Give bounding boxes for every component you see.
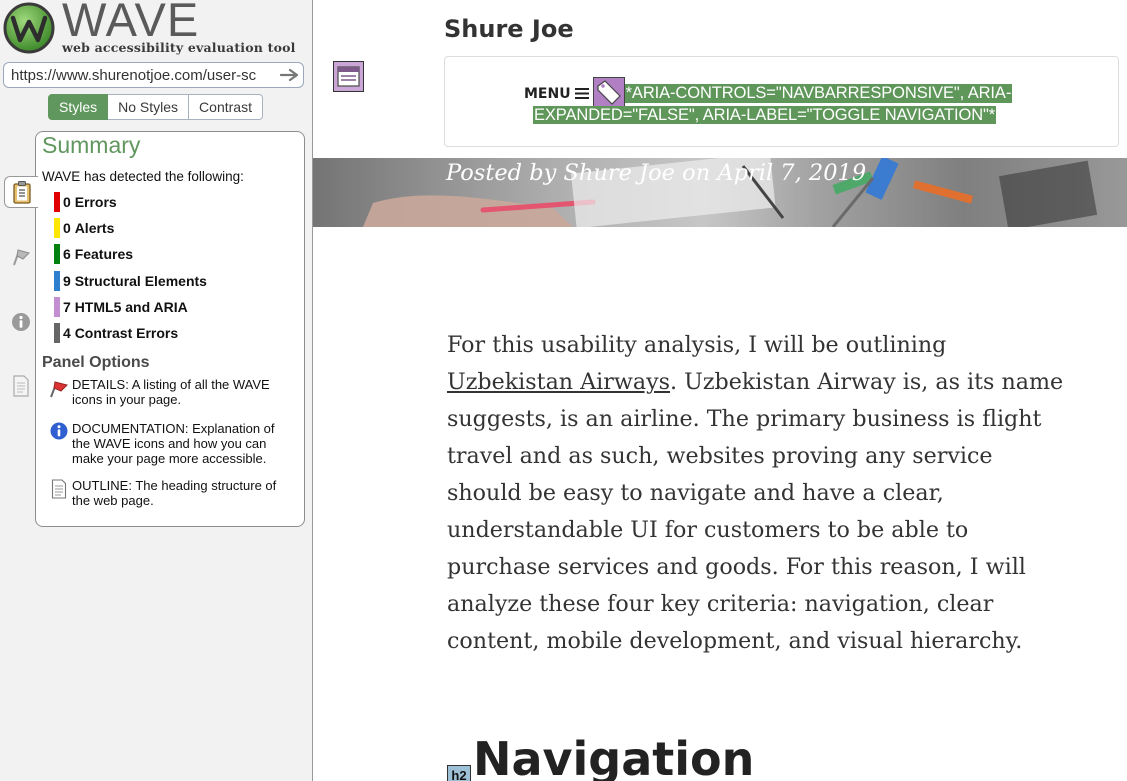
article-line-7: purchase services and goods. For this re… <box>447 554 1026 580</box>
navigation-heading: Navigation <box>473 732 755 781</box>
wave-sidebar: WAVE web accessibility evaluation tool h… <box>0 0 313 781</box>
aria-attributes-line2: EXPANDED="FALSE", ARIA-LABEL="TOGGLE NAV… <box>533 106 997 124</box>
alerts-label: Alerts <box>74 220 115 237</box>
info-icon[interactable] <box>7 308 35 336</box>
post-byline: Posted by Shure Joe on April 7, 2019 <box>446 160 867 186</box>
summary-panel: Summary WAVE has detected the following:… <box>35 131 305 527</box>
summary-list: 0 Errors 0 Alerts 6 Features 9 Structura… <box>54 189 207 346</box>
header-structure-icon[interactable] <box>333 61 364 92</box>
outline-option-text: OUTLINE: The heading structure of the we… <box>72 478 277 508</box>
hamburger-icon[interactable] <box>574 87 589 100</box>
outline-document-icon <box>46 478 72 508</box>
site-title[interactable]: Shure Joe <box>444 15 574 43</box>
wave-wordmark: WAVE <box>62 0 200 46</box>
details-option[interactable]: DETAILS: A listing of all the WAVE icons… <box>46 377 296 407</box>
panel-options-title: Panel Options <box>42 354 150 371</box>
wave-tagline: web accessibility evaluation tool <box>62 40 296 55</box>
alerts-color-bar <box>54 218 60 239</box>
details-option-text: DETAILS: A listing of all the WAVE icons… <box>72 377 270 407</box>
article-line-1: For this usability analysis, I will be o… <box>447 332 947 358</box>
url-input[interactable]: https://www.shurenotjoe.com/user-sc <box>3 62 304 88</box>
style-tabs: Styles No Styles Contrast <box>48 94 263 120</box>
menu-line1: MENU *ARIA-CONTROLS="NAVBARRESPONSIVE", … <box>524 77 1013 109</box>
alerts-count: 0 <box>63 220 71 237</box>
navbar-toggle[interactable]: MENU *ARIA-CONTROLS="NAVBARRESPONSIVE", … <box>444 56 1119 147</box>
summary-errors[interactable]: 0 Errors <box>54 189 207 215</box>
documentation-option-text: DOCUMENTATION: Explanation of the WAVE i… <box>72 421 275 466</box>
outline-option[interactable]: OUTLINE: The heading structure of the we… <box>46 478 296 508</box>
structural-color-bar <box>54 270 60 291</box>
summary-features[interactable]: 6 Features <box>54 241 207 267</box>
documentation-option[interactable]: DOCUMENTATION: Explanation of the WAVE i… <box>46 421 296 466</box>
red-flag-icon <box>46 377 72 407</box>
errors-label: Errors <box>74 194 117 211</box>
article-line-2-rest: . Uzbekistan Airway is, as its name <box>670 369 1064 395</box>
article-line-4: travel and as such, websites proving any… <box>447 443 993 469</box>
evaluated-page: Shure Joe MENU *ARIA-CONTROLS="NAVBARRES… <box>313 0 1127 781</box>
document-icon[interactable] <box>7 372 35 400</box>
go-arrow-icon[interactable] <box>277 63 303 87</box>
summary-html5-aria[interactable]: 7 HTML5 and ARIA <box>54 294 207 320</box>
summary-title: Summary <box>42 132 141 158</box>
contrast-label: Contrast Errors <box>74 325 179 342</box>
structural-label: Structural Elements <box>74 272 207 289</box>
contrast-color-bar <box>54 323 60 344</box>
article-line-3: suggests, is an airline. The primary bus… <box>447 406 1042 432</box>
article-line-9: content, mobile development, and visual … <box>447 628 1023 654</box>
features-label: Features <box>74 246 134 263</box>
menu-label[interactable]: MENU <box>524 86 571 102</box>
summary-intro: WAVE has detected the following: <box>42 169 244 184</box>
aria-attributes-line1: *ARIA-CONTROLS="NAVBARRESPONSIVE", ARIA- <box>624 83 1013 103</box>
wave-logo-icon <box>3 2 55 54</box>
aria-tag-icon[interactable] <box>592 77 625 109</box>
contrast-count: 4 <box>63 325 71 342</box>
tab-contrast[interactable]: Contrast <box>189 94 263 120</box>
summary-alerts[interactable]: 0 Alerts <box>54 215 207 241</box>
article-line-6: understandable UI for customers to be ab… <box>447 517 969 543</box>
errors-color-bar <box>54 192 60 213</box>
structural-count: 9 <box>63 272 71 289</box>
features-color-bar <box>54 244 60 265</box>
article-line-2: Uzbekistan Airways. Uzbekistan Airway is… <box>447 364 1087 401</box>
aria-label: HTML5 and ARIA <box>74 298 188 315</box>
h2-badge-icon[interactable]: h2 <box>447 765 471 781</box>
tab-styles[interactable]: Styles <box>48 94 109 120</box>
aria-color-bar <box>54 296 60 317</box>
tab-no-styles[interactable]: No Styles <box>108 94 190 120</box>
article-line-5: should be easy to navigate and have a cl… <box>447 480 944 506</box>
uzbekistan-airways-link[interactable]: Uzbekistan Airways <box>447 369 670 395</box>
url-text[interactable]: https://www.shurenotjoe.com/user-sc <box>4 67 277 84</box>
menu-line2: EXPANDED="FALSE", ARIA-LABEL="TOGGLE NAV… <box>533 106 997 125</box>
aria-count: 7 <box>63 298 71 315</box>
summary-contrast[interactable]: 4 Contrast Errors <box>54 320 207 346</box>
hero-banner: Posted by Shure Joe on April 7, 2019 <box>313 158 1127 227</box>
article-body: For this usability analysis, I will be o… <box>447 327 1087 660</box>
flag-icon[interactable] <box>7 242 35 270</box>
features-count: 6 <box>63 246 71 263</box>
clipboard-icon[interactable] <box>4 176 38 208</box>
article-line-8: analyze these four key criteria: navigat… <box>447 591 994 617</box>
summary-structural[interactable]: 9 Structural Elements <box>54 268 207 294</box>
blue-info-icon <box>46 421 72 466</box>
errors-count: 0 <box>63 194 71 211</box>
